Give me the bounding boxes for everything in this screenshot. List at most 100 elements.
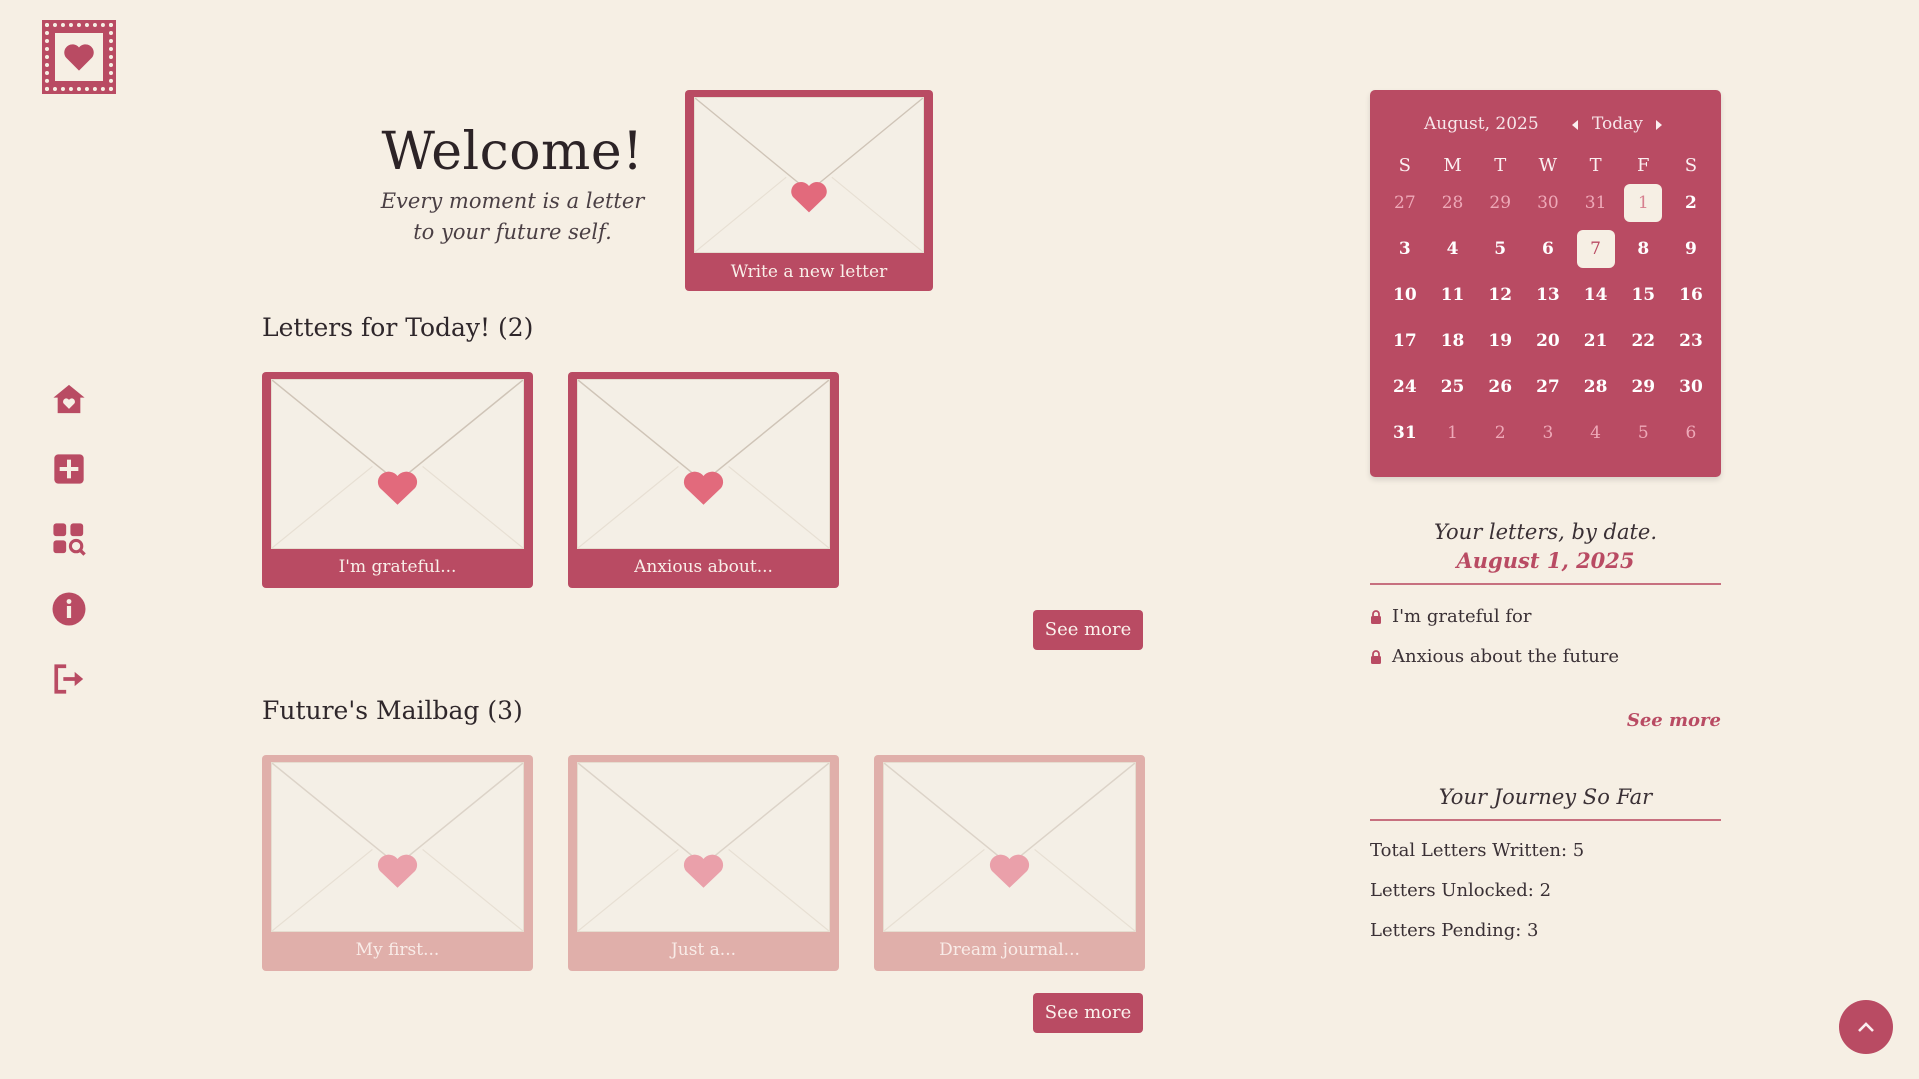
- calendar-day[interactable]: 31: [1572, 193, 1620, 213]
- calendar-day[interactable]: 19: [1476, 331, 1524, 351]
- calendar-prev-button[interactable]: [1570, 116, 1580, 136]
- calendar-day[interactable]: 5: [1619, 423, 1667, 443]
- caret-left-icon: [1572, 120, 1578, 130]
- calendar-day[interactable]: 10: [1381, 285, 1429, 305]
- envelope-image: [577, 379, 830, 549]
- app-logo[interactable]: [42, 20, 116, 94]
- mailbag-letter-card-3[interactable]: Dream journal...: [874, 755, 1145, 971]
- calendar-day[interactable]: 29: [1619, 377, 1667, 397]
- calendar-day-selected: 1: [1624, 184, 1663, 222]
- calendar-day[interactable]: 31: [1381, 423, 1429, 443]
- by-date-see-more-link[interactable]: See more: [1627, 710, 1721, 731]
- calendar-day[interactable]: 2: [1667, 193, 1715, 213]
- calendar-day[interactable]: 15: [1619, 285, 1667, 305]
- logout-icon: [54, 664, 84, 694]
- envelope-illustration: [272, 380, 523, 548]
- envelope-illustration: [884, 763, 1135, 931]
- sidebar-item-logout[interactable]: [50, 660, 88, 698]
- divider: [1370, 583, 1721, 585]
- list-item-label: Anxious about the future: [1392, 646, 1620, 667]
- calendar-day[interactable]: 3: [1524, 423, 1572, 443]
- sidebar-item-new-letter[interactable]: [50, 450, 88, 488]
- mailbag-letter-card-1[interactable]: My first...: [262, 755, 533, 971]
- calendar-day[interactable]: 27: [1524, 377, 1572, 397]
- calendar-day[interactable]: 30: [1524, 193, 1572, 213]
- calendar-day[interactable]: 28: [1429, 193, 1477, 213]
- today-letter-card-1[interactable]: I'm grateful...: [262, 372, 533, 588]
- sidebar-item-info[interactable]: [50, 590, 88, 628]
- calendar-day[interactable]: 29: [1476, 193, 1524, 213]
- calendar-day[interactable]: 28: [1572, 377, 1620, 397]
- calendar-day[interactable]: 25: [1429, 377, 1477, 397]
- calendar-day[interactable]: 6: [1667, 423, 1715, 443]
- calendar-day[interactable]: 30: [1667, 377, 1715, 397]
- scroll-top-button[interactable]: [1839, 1000, 1893, 1054]
- calendar-week: 31 1 2 3 4 5 6: [1381, 410, 1715, 456]
- calendar-day[interactable]: 21: [1572, 331, 1620, 351]
- list-item[interactable]: Anxious about the future: [1370, 637, 1721, 677]
- letter-label: Anxious about...: [634, 557, 773, 577]
- list-item-label: I'm grateful for: [1392, 606, 1532, 627]
- calendar-day[interactable]: 1: [1429, 423, 1477, 443]
- calendar-day[interactable]: 20: [1524, 331, 1572, 351]
- welcome-title: Welcome!: [381, 122, 644, 182]
- calendar-day[interactable]: 4: [1572, 423, 1620, 443]
- calendar-day[interactable]: 9: [1667, 239, 1715, 259]
- calendar-today-button[interactable]: Today: [1592, 114, 1643, 134]
- stat-letters-unlocked: Letters Unlocked: 2: [1370, 880, 1552, 901]
- calendar-day[interactable]: 12: [1476, 285, 1524, 305]
- mailbag-section-title: Future's Mailbag (3): [262, 696, 523, 725]
- list-item[interactable]: I'm grateful for: [1370, 597, 1721, 637]
- calendar: August, 2025 Today S M T W T F S 27 28 29 30 31 1 2 3 4…: [1370, 90, 1721, 477]
- calendar-day[interactable]: 27: [1381, 193, 1429, 213]
- divider: [1370, 819, 1721, 821]
- mailbag-see-more-button[interactable]: See more: [1033, 993, 1143, 1033]
- calendar-day[interactable]: 18: [1429, 331, 1477, 351]
- calendar-day[interactable]: 5: [1476, 239, 1524, 259]
- calendar-day[interactable]: 3: [1381, 239, 1429, 259]
- today-see-more-button[interactable]: See more: [1033, 610, 1143, 650]
- envelope-image: [694, 97, 924, 253]
- browse-letters-icon: [53, 523, 86, 556]
- letter-label: I'm grateful...: [338, 557, 457, 577]
- stat-total-letters: Total Letters Written: 5: [1370, 840, 1585, 861]
- mailbag-letter-card-2[interactable]: Just a...: [568, 755, 839, 971]
- home-heart-icon: [53, 384, 85, 414]
- journey-title: Your Journey So Far: [1438, 785, 1653, 809]
- calendar-week: 27 28 29 30 31 1 2: [1381, 180, 1715, 226]
- calendar-day[interactable]: 14: [1572, 285, 1620, 305]
- today-letter-card-2[interactable]: Anxious about...: [568, 372, 839, 588]
- calendar-grid: S M T W T F S 27 28 29 30 31 1 2 3 4 5 6 7 8 9 10 11 12 13 14 15 16…: [1381, 150, 1715, 456]
- calendar-day[interactable]: 16: [1667, 285, 1715, 305]
- envelope-illustration: [695, 98, 923, 252]
- calendar-day[interactable]: 4: [1429, 239, 1477, 259]
- calendar-day[interactable]: 1: [1619, 184, 1667, 222]
- calendar-day[interactable]: 13: [1524, 285, 1572, 305]
- letter-label: My first...: [355, 940, 440, 960]
- calendar-day[interactable]: 8: [1619, 239, 1667, 259]
- calendar-day[interactable]: 17: [1381, 331, 1429, 351]
- caret-right-icon: [1656, 120, 1662, 130]
- calendar-day[interactable]: 22: [1619, 331, 1667, 351]
- calendar-day[interactable]: 2: [1476, 423, 1524, 443]
- by-date-date: August 1, 2025: [1456, 548, 1635, 573]
- calendar-day[interactable]: 7: [1572, 230, 1620, 268]
- calendar-day[interactable]: 26: [1476, 377, 1524, 397]
- sidebar-item-browse[interactable]: [50, 520, 88, 558]
- envelope-image: [577, 762, 830, 932]
- calendar-day[interactable]: 6: [1524, 239, 1572, 259]
- sidebar-item-home[interactable]: [50, 380, 88, 418]
- calendar-month-label: August, 2025: [1424, 114, 1539, 134]
- calendar-week: 10 11 12 13 14 15 16: [1381, 272, 1715, 318]
- welcome-block: Welcome! Every moment is a letter to you…: [370, 122, 655, 248]
- calendar-week: 17 18 19 20 21 22 23: [1381, 318, 1715, 364]
- weekday-label: S: [1398, 154, 1412, 176]
- calendar-day[interactable]: 24: [1381, 377, 1429, 397]
- calendar-day[interactable]: 23: [1667, 331, 1715, 351]
- calendar-day[interactable]: 11: [1429, 285, 1477, 305]
- stat-letters-pending: Letters Pending: 3: [1370, 920, 1539, 941]
- journey-panel: Your Journey So Far Total Letters Writte…: [1370, 785, 1721, 951]
- chevron-up-icon: [1858, 1022, 1874, 1032]
- write-new-letter-card[interactable]: Write a new letter: [685, 90, 933, 291]
- calendar-next-button[interactable]: [1654, 116, 1664, 136]
